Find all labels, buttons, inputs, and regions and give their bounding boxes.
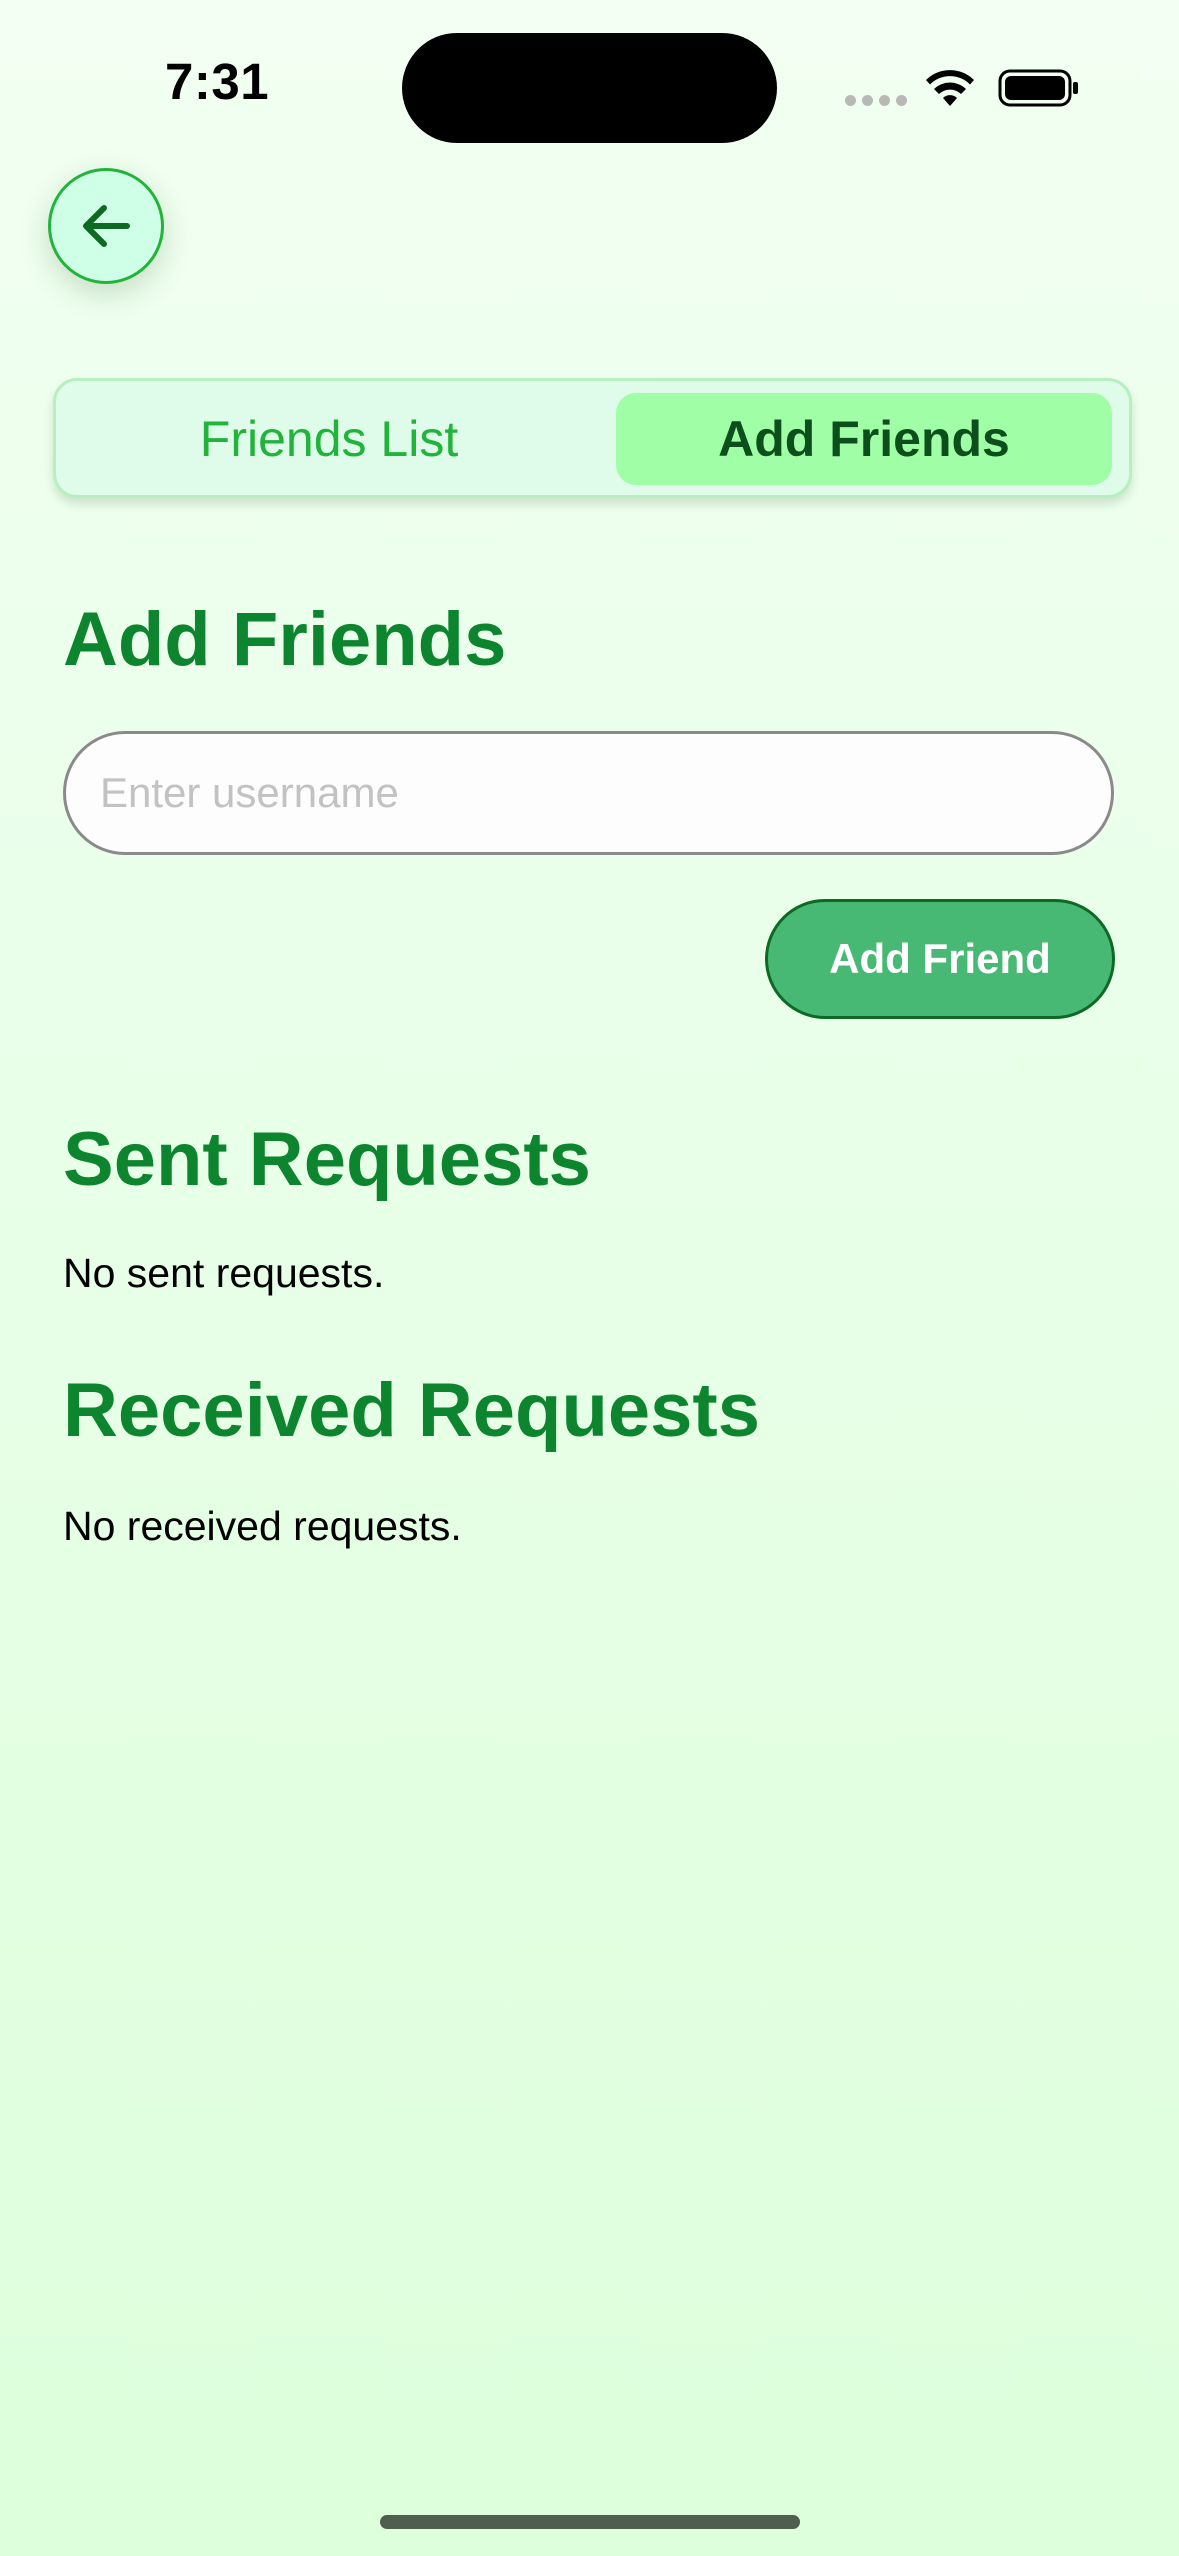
wifi-icon [926, 70, 974, 106]
sent-requests-empty-text: No sent requests. [63, 1250, 385, 1296]
cellular-signal-icon [845, 95, 907, 106]
friends-tab-bar: Friends List Add Friends [53, 378, 1132, 498]
sent-requests-title: Sent Requests [63, 1117, 591, 1202]
tab-friends-list[interactable]: Friends List [64, 393, 594, 485]
arrow-left-icon [83, 205, 130, 247]
add-friend-button[interactable]: Add Friend [765, 899, 1115, 1019]
received-requests-title: Received Requests [63, 1368, 760, 1453]
home-indicator[interactable] [380, 2515, 800, 2529]
back-button[interactable] [48, 168, 164, 284]
dynamic-island [402, 33, 777, 143]
status-bar-time: 7:31 [165, 53, 270, 110]
username-input[interactable] [63, 731, 1114, 855]
tab-add-friends[interactable]: Add Friends [616, 393, 1112, 485]
received-requests-empty-text: No received requests. [63, 1503, 462, 1549]
battery-icon [998, 69, 1078, 107]
add-friends-title: Add Friends [63, 597, 507, 682]
